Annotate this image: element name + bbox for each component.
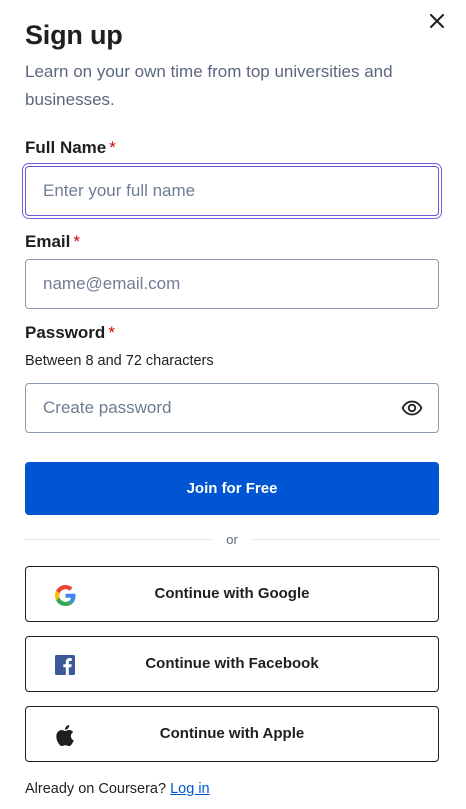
password-label: Password * (25, 323, 115, 343)
required-mark: * (73, 232, 80, 251)
facebook-button-label: Continue with Facebook (145, 655, 319, 672)
full-name-label: Full Name * (25, 138, 116, 158)
continue-with-apple-button[interactable]: Continue with Apple (25, 706, 439, 762)
dialog-title: Sign up (25, 20, 123, 50)
continue-with-facebook-button[interactable]: Continue with Facebook (25, 636, 439, 692)
password-hint: Between 8 and 72 characters (25, 353, 214, 369)
divider-text: or (226, 531, 238, 547)
eye-icon (401, 400, 423, 416)
login-prompt: Already on Coursera? Log in (25, 781, 210, 797)
email-input[interactable] (25, 259, 439, 309)
close-icon (430, 14, 444, 28)
login-prompt-text: Already on Coursera? (25, 781, 167, 797)
or-divider: or (25, 530, 439, 548)
divider-line (251, 538, 439, 540)
divider-line (25, 538, 213, 540)
apple-button-label: Continue with Apple (159, 725, 305, 742)
continue-with-google-button[interactable]: Continue with Google (25, 566, 439, 622)
join-for-free-button[interactable]: Join for Free (25, 462, 439, 515)
full-name-input[interactable] (25, 166, 439, 216)
full-name-label-text: Full Name (25, 138, 107, 157)
required-mark: * (108, 323, 115, 342)
dialog-subtitle: Learn on your own time from top universi… (25, 62, 393, 109)
signup-dialog: Sign up Learn on your own time from top … (0, 0, 466, 809)
password-label-text: Password (25, 323, 106, 342)
show-password-button[interactable] (400, 398, 424, 418)
password-input[interactable] (25, 383, 439, 433)
email-label: Email * (25, 232, 80, 252)
email-label-text: Email (25, 232, 71, 251)
close-button[interactable] (426, 10, 448, 32)
google-button-label: Continue with Google (154, 585, 310, 602)
required-mark: * (109, 138, 116, 157)
login-link[interactable]: Log in (170, 781, 210, 797)
